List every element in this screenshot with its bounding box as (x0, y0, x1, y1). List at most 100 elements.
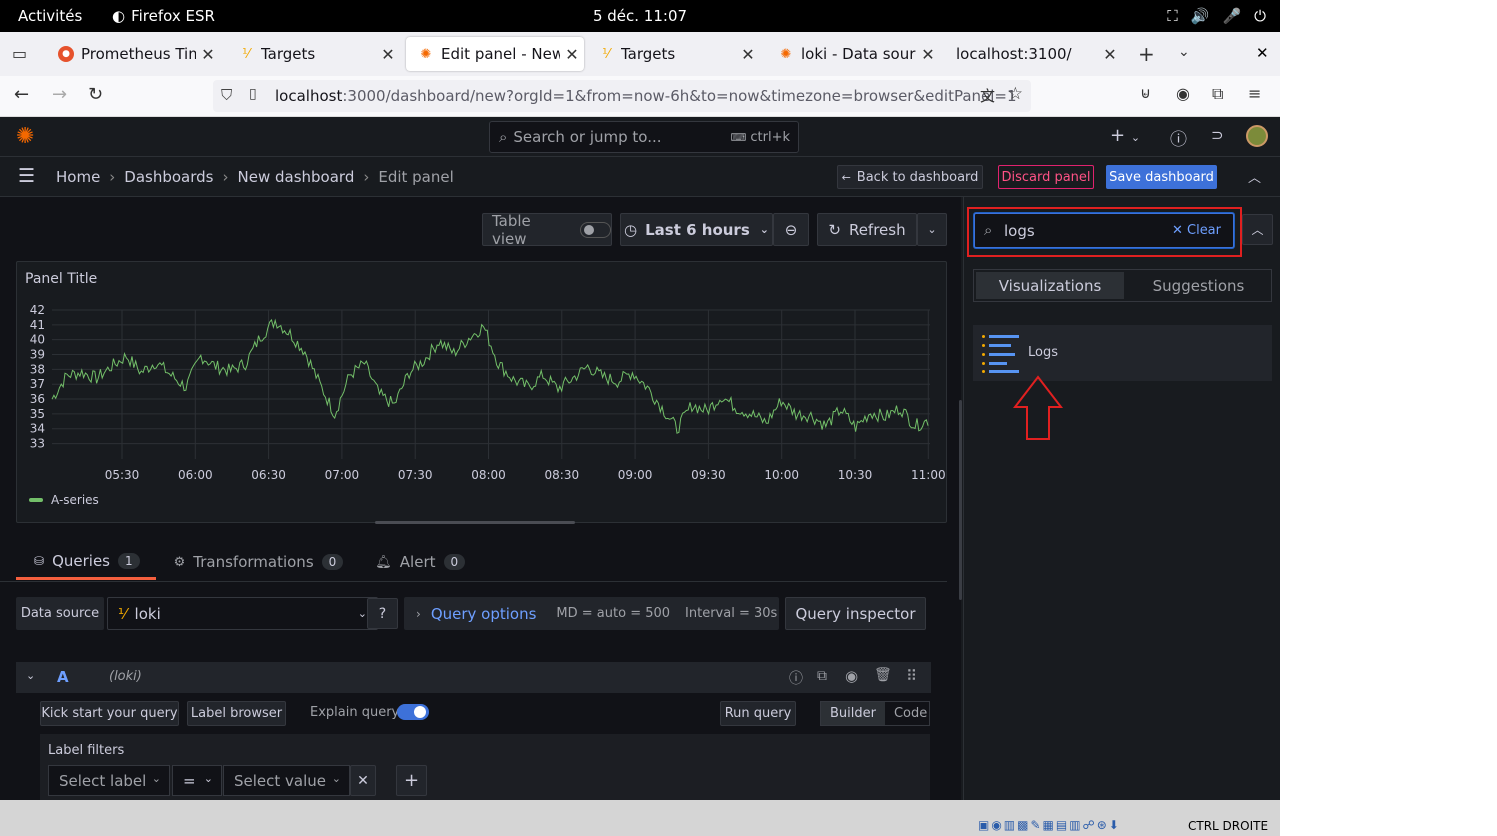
editor-tabs: ⛁ Queries 1 ⚙ Transformations 0 🔔︎ Alert 0 (16, 550, 466, 580)
viz-search-input[interactable]: ⌕ logs ✕ Clear (974, 213, 1234, 248)
tab-targets-1[interactable]: ⅟ Targets ✕ (226, 37, 400, 71)
select-label-dropdown[interactable]: Select label ⌄ (48, 765, 170, 796)
collapse-chevron-icon[interactable]: ⌄ (26, 669, 35, 682)
select-value-dropdown[interactable]: Select value ⌄ (223, 765, 350, 796)
power-icon: ⏻ (1254, 7, 1266, 25)
legend-label: A-series (51, 493, 99, 507)
time-series-chart[interactable]: 42414039383736353433 05:30 06:00 06:30 07:00… (17, 294, 946, 524)
close-icon[interactable]: ✕ (916, 45, 940, 64)
builder-mode-button[interactable]: Builder (821, 702, 885, 725)
close-icon[interactable]: ✕ (736, 45, 760, 64)
data-source-label: Data source (16, 597, 104, 630)
back-button[interactable]: ← (14, 84, 29, 105)
translate-icon[interactable]: 文 (980, 85, 995, 106)
url-bar[interactable]: ⛉ ▯ localhost:3000/dashboard/new?orgId=1… (213, 80, 1031, 112)
duplicate-icon[interactable]: ⧉ (817, 668, 827, 684)
list-tabs-button[interactable]: ⌄ (1178, 44, 1190, 60)
chevron-down-icon: ⌄ (357, 607, 367, 620)
menu-icon[interactable]: ≡ (1248, 84, 1261, 103)
editor-scrollbar[interactable] (959, 400, 962, 600)
panel-resize-handle[interactable] (375, 521, 575, 524)
user-avatar[interactable] (1246, 125, 1268, 147)
discard-panel-button[interactable]: Discard panel (998, 165, 1094, 189)
explain-query-toggle[interactable] (397, 704, 429, 720)
tab-suggestions[interactable]: Suggestions (1126, 270, 1271, 301)
query-row-header[interactable]: ⌄ A (loki) ⓘ ⧉ ◉ 🗑︎ ⠿ (16, 662, 931, 693)
table-view-toggle[interactable]: Table view (482, 212, 612, 248)
search-icon: ⌕ (984, 221, 993, 239)
refresh-button[interactable]: ↻ Refresh (817, 213, 917, 246)
tab-targets-2[interactable]: ⅟ Targets ✕ (586, 37, 760, 71)
logs-viz-icon (982, 335, 1022, 375)
help-icon[interactable]: ⓘ (1170, 125, 1187, 150)
save-dashboard-button[interactable]: Save dashboard (1106, 165, 1217, 189)
tab-prometheus[interactable]: ● Prometheus Time✕ (46, 37, 220, 71)
tab-edit-panel[interactable]: ✺ Edit panel - New da✕ (406, 37, 584, 71)
tab-localhost-3100[interactable]: localhost:3100/ ✕ (944, 37, 1122, 71)
add-filter-button[interactable]: + (396, 765, 427, 796)
drag-handle-icon[interactable]: ⠿ (906, 667, 917, 685)
news-rss-icon[interactable]: ⊃ (1211, 126, 1224, 144)
count-badge: 0 (443, 554, 466, 570)
search-bar[interactable]: ⌕ Search or jump to... ⌨ ctrl+k (489, 121, 799, 153)
kick-start-button[interactable]: Kick start your query (40, 701, 179, 726)
breadcrumb-home[interactable]: Home (56, 168, 100, 186)
tab-visualizations[interactable]: Visualizations (976, 272, 1124, 299)
collapse-chevron-icon[interactable]: ︿ (1248, 167, 1261, 186)
y-tick-label: 34 (30, 422, 45, 436)
close-icon[interactable]: ✕ (376, 45, 400, 64)
data-source-picker[interactable]: ⅟ loki ⌄ (107, 597, 378, 630)
collapse-pane-button[interactable]: ︿ (1242, 214, 1273, 245)
system-tray[interactable]: ⛶ 🔊 🎤 ⏻ (1167, 7, 1266, 25)
refresh-interval-dropdown[interactable]: ⌄ (917, 213, 947, 246)
reload-button[interactable]: ↻ (88, 84, 103, 105)
data-source-help-button[interactable]: ? (367, 598, 398, 629)
query-inspector-button[interactable]: Query inspector (785, 597, 926, 630)
breadcrumb-new-dashboard[interactable]: New dashboard (238, 168, 355, 186)
account-icon[interactable]: ◉ (1176, 84, 1190, 103)
tab-queries[interactable]: ⛁ Queries 1 (16, 550, 156, 580)
zoom-out-button[interactable]: ⊖ (773, 213, 809, 246)
legend-item[interactable]: A-series (29, 493, 99, 507)
grafana-logo-icon[interactable]: ✺ (16, 124, 34, 149)
operator-dropdown[interactable]: = ⌄ (172, 765, 222, 796)
menu-toggle-icon[interactable]: ☰ (18, 165, 35, 187)
help-icon[interactable]: ⓘ (789, 668, 803, 688)
close-window-button[interactable]: ✕ (1256, 44, 1269, 62)
toggle-switch[interactable] (580, 221, 611, 238)
plus-icon: + (403, 770, 420, 791)
tab-transformations[interactable]: ⚙ Transformations 0 (174, 550, 344, 580)
code-mode-button[interactable]: Code (885, 702, 936, 725)
clear-search-button[interactable]: ✕ Clear (1172, 223, 1221, 238)
close-icon[interactable]: ✕ (560, 45, 584, 64)
bookmark-star-icon[interactable]: ☆ (1008, 84, 1023, 104)
viz-result-logs[interactable]: Logs (973, 325, 1272, 381)
tab-overview-icon[interactable]: ▭ (12, 44, 27, 63)
trash-icon[interactable]: 🗑︎ (874, 667, 892, 683)
new-tab-button[interactable]: + (1138, 42, 1155, 66)
close-icon[interactable]: ✕ (196, 45, 220, 64)
clock[interactable]: 5 déc. 11:07 (0, 7, 1280, 25)
panel-preview[interactable]: Panel Title 42 41 40 39 38 37 36 35 34 33 05:30 06:… (16, 261, 947, 524)
close-icon[interactable]: ✕ (1098, 45, 1122, 64)
save-label: Save dashboard (1109, 169, 1214, 185)
pocket-icon[interactable]: ⊌ (1140, 84, 1151, 102)
add-menu-button[interactable]: + ⌄ (1110, 125, 1140, 146)
breadcrumb-dashboards[interactable]: Dashboards (124, 168, 213, 186)
search-icon: ⌕ (499, 128, 508, 146)
y-tick-label: 38 (30, 362, 45, 376)
label-browser-button[interactable]: Label browser (187, 701, 286, 726)
time-range-picker[interactable]: ◷ Last 6 hours ⌄ (620, 213, 773, 246)
query-options-label: Query options (430, 604, 537, 623)
url-host: localhost (275, 87, 343, 105)
extensions-icon[interactable]: ⧉ (1212, 84, 1223, 104)
remove-filter-button[interactable]: ✕ (350, 765, 376, 796)
forward-button[interactable]: → (52, 84, 67, 105)
query-options-bar[interactable]: › Query options MD = auto = 500 Interval… (404, 597, 779, 630)
back-to-dashboard-button[interactable]: ← Back to dashboard (837, 165, 983, 189)
query-letter[interactable]: A (57, 668, 69, 686)
run-query-button[interactable]: Run query (720, 701, 796, 726)
tab-loki-datasources[interactable]: ✺ loki - Data sources✕ (766, 37, 940, 71)
eye-icon[interactable]: ◉ (845, 667, 858, 685)
tab-alert[interactable]: 🔔︎ Alert 0 (375, 550, 466, 580)
